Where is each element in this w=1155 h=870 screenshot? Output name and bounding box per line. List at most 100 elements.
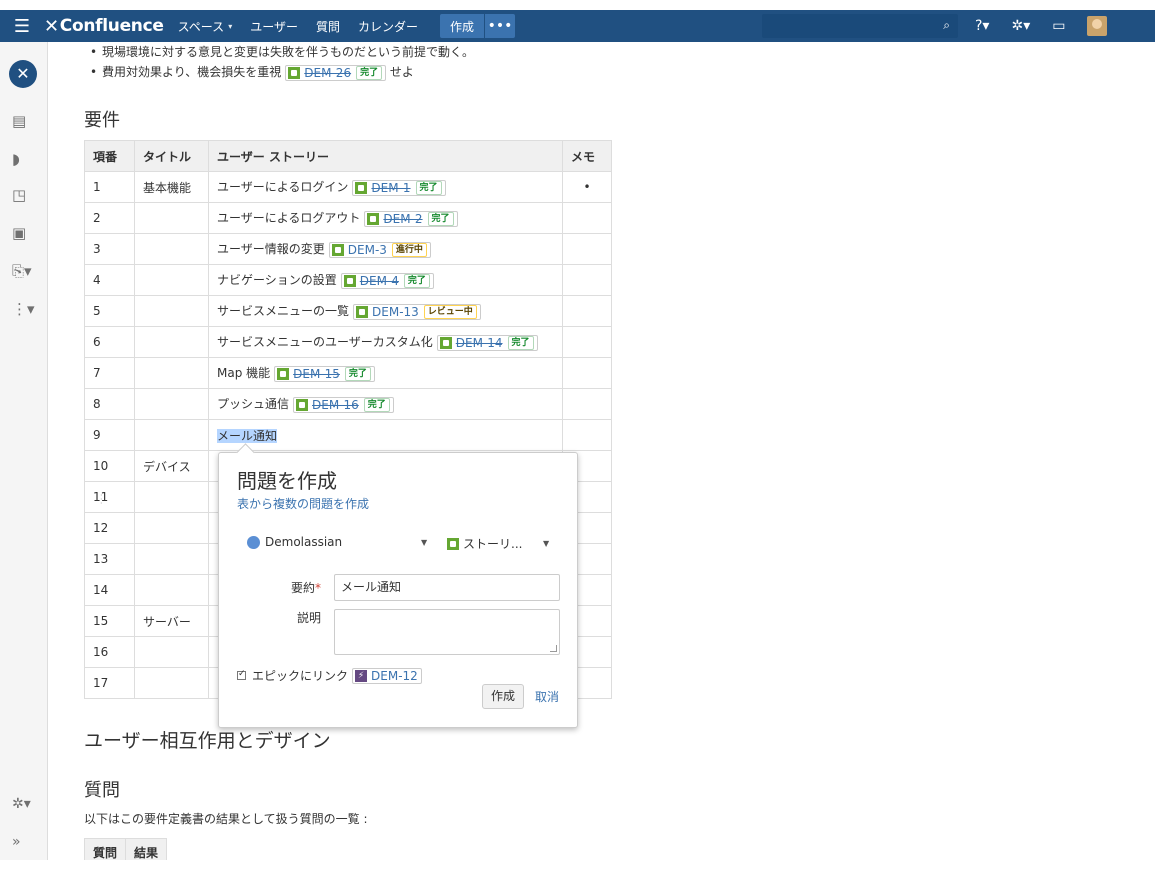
more-button[interactable]: •••	[485, 14, 516, 38]
search-input[interactable]: ⌕	[762, 14, 958, 38]
status-badge: 進行中	[391, 242, 427, 257]
create-multiple-link[interactable]: 表から複数の問題を作成	[237, 495, 369, 512]
cell-memo[interactable]: •	[562, 171, 612, 203]
cell-title[interactable]	[134, 481, 209, 513]
cell-num[interactable]: 6	[84, 326, 135, 358]
nav-people[interactable]: ユーザー	[250, 18, 298, 35]
calendar-icon[interactable]: ▣	[12, 224, 34, 242]
cell-story[interactable]: ユーザーによるログイン DEM-1 完了	[208, 171, 563, 203]
cell-memo[interactable]	[562, 357, 612, 389]
summary-input[interactable]: メール通知	[334, 574, 560, 601]
cell-num[interactable]: 9	[84, 419, 135, 451]
questions-table: 質問 結果	[83, 838, 168, 860]
cell-num[interactable]: 7	[84, 357, 135, 389]
cell-story[interactable]: ユーザーによるログアウト DEM-2 完了	[208, 202, 563, 234]
jira-issue-link[interactable]: DEM-14 完了	[436, 334, 538, 351]
cell-memo[interactable]	[562, 419, 612, 451]
cell-num[interactable]: 2	[84, 202, 135, 234]
description-textarea[interactable]	[334, 609, 560, 655]
epic-issue-link[interactable]: ⚡ DEM-12	[352, 667, 422, 684]
cell-num[interactable]: 15	[84, 605, 135, 637]
create-button[interactable]: 作成	[482, 684, 524, 709]
space-logo-icon[interactable]: ✕	[9, 60, 37, 88]
cell-story[interactable]: ナビゲーションの設置 DEM-4 完了	[208, 264, 563, 296]
cell-num[interactable]: 1	[84, 171, 135, 203]
jira-issue-link[interactable]: DEM-1 完了	[352, 179, 446, 196]
gear-icon[interactable]: ✲▾	[1011, 18, 1030, 34]
cell-num[interactable]: 4	[84, 264, 135, 296]
jira-issue-link[interactable]: DEM-3 進行中	[328, 241, 431, 258]
cell-story[interactable]: メール通知	[208, 419, 563, 451]
cell-title[interactable]	[134, 388, 209, 420]
tree-icon[interactable]: ⋮▾	[12, 300, 35, 318]
cell-title[interactable]	[134, 326, 209, 358]
cell-num[interactable]: 12	[84, 512, 135, 544]
cell-title[interactable]	[134, 295, 209, 327]
cell-num[interactable]: 14	[84, 574, 135, 606]
jira-issue-link[interactable]: DEM-15 完了	[274, 365, 375, 382]
notification-icon[interactable]: ▭	[1052, 18, 1065, 34]
nav-spaces[interactable]: スペース ▾	[178, 18, 233, 35]
cell-title[interactable]	[134, 233, 209, 265]
table-row: 9 メール通知	[84, 419, 612, 451]
cell-memo[interactable]	[562, 202, 612, 234]
cell-num[interactable]: 8	[84, 388, 135, 420]
cell-num[interactable]: 13	[84, 543, 135, 575]
cell-title[interactable]: デバイス	[134, 450, 209, 482]
cell-story[interactable]: Map 機能 DEM-15 完了	[208, 357, 563, 389]
jira-issue-link[interactable]: DEM-26 完了	[285, 64, 387, 81]
cell-title[interactable]: サーバー	[134, 605, 209, 637]
nav-questions[interactable]: 質問	[316, 18, 340, 35]
cell-num[interactable]: 3	[84, 233, 135, 265]
project-select[interactable]: Demolassian ▼	[247, 535, 427, 549]
cell-memo[interactable]	[562, 326, 612, 358]
cell-story[interactable]: プッシュ通信 DEM-16 完了	[208, 388, 563, 420]
drag-handle-icon[interactable]: · · ·	[100, 492, 103, 508]
heading-ux: ユーザー相互作用とデザイン	[84, 730, 331, 752]
menu-icon[interactable]: ☰	[0, 16, 44, 37]
cell-num[interactable]: 17	[84, 667, 135, 699]
cell-title[interactable]	[134, 419, 209, 451]
cell-num[interactable]: 10	[84, 450, 135, 482]
search-icon: ⌕	[943, 18, 950, 32]
cell-title[interactable]	[134, 357, 209, 389]
space-settings-icon[interactable]: ✲▾	[12, 796, 31, 812]
issue-type-select[interactable]: ストーリ... ▼	[447, 535, 557, 552]
cell-title[interactable]	[134, 667, 209, 699]
help-icon[interactable]: ?▾	[975, 18, 989, 34]
avatar[interactable]	[1087, 16, 1108, 36]
cancel-button[interactable]: 取消	[535, 688, 559, 705]
cell-story[interactable]: ユーザー情報の変更 DEM-3 進行中	[208, 233, 563, 265]
cell-num[interactable]: 5	[84, 295, 135, 327]
create-issue-dialog: 問題を作成 表から複数の問題を作成 Demolassian ▼ ストーリ... ▼ …	[218, 452, 578, 728]
blog-feed-icon[interactable]: ◗	[12, 150, 34, 168]
cell-num[interactable]: 11	[84, 481, 135, 513]
jira-issue-link[interactable]: DEM-4 完了	[340, 272, 434, 289]
cell-title[interactable]	[134, 543, 209, 575]
epic-link-checkbox[interactable]	[237, 669, 246, 680]
cell-title[interactable]	[134, 512, 209, 544]
jira-issue-link[interactable]: DEM-13 レビュー中	[353, 303, 481, 320]
cell-memo[interactable]	[562, 233, 612, 265]
cell-memo[interactable]	[562, 295, 612, 327]
jira-issue-link[interactable]: DEM-16 完了	[293, 396, 394, 413]
cell-num[interactable]: 16	[84, 636, 135, 668]
nav-calendar[interactable]: カレンダー	[358, 18, 418, 35]
pages-icon[interactable]: ▤	[12, 112, 34, 130]
cell-memo[interactable]	[562, 388, 612, 420]
shortcuts-icon[interactable]: ⎘▾	[12, 262, 34, 280]
expand-sidebar-icon[interactable]: »	[12, 834, 21, 850]
cell-title[interactable]: 基本機能	[134, 171, 209, 203]
cell-title[interactable]	[134, 574, 209, 606]
cell-story[interactable]: サービスメニューのユーザーカスタム化 DEM-14 完了	[208, 326, 563, 358]
jira-issue-link[interactable]: DEM-2 完了	[364, 210, 458, 227]
confluence-logo[interactable]: ✕ Confluence	[44, 16, 164, 37]
cell-memo[interactable]	[562, 264, 612, 296]
cell-title[interactable]	[134, 202, 209, 234]
cell-title[interactable]	[134, 636, 209, 668]
cell-story[interactable]: サービスメニューの一覧 DEM-13 レビュー中	[208, 295, 563, 327]
questions-icon[interactable]: ◳	[12, 186, 34, 204]
cell-title[interactable]	[134, 264, 209, 296]
create-button[interactable]: 作成	[440, 14, 485, 38]
table-header-row: 項番 タイトル ユーザー ストーリー メモ	[84, 140, 612, 172]
